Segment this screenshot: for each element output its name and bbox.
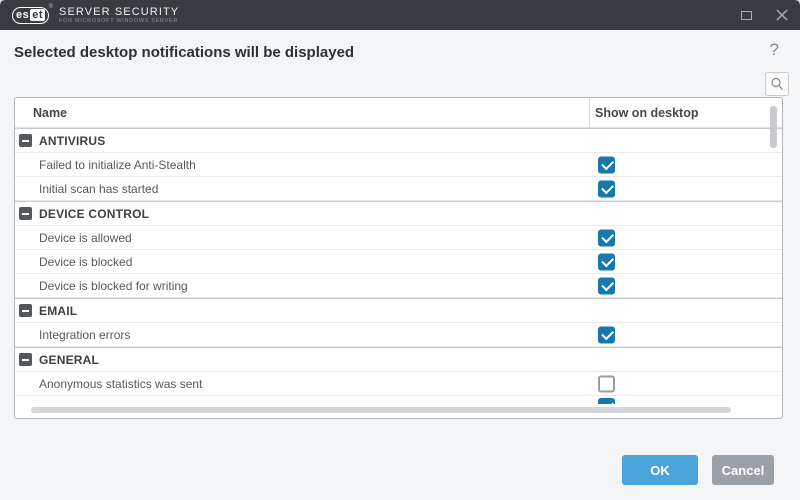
- maximize-button[interactable]: [728, 0, 764, 30]
- registered-trademark-icon: ®: [49, 4, 53, 10]
- table-header-row: Name Show on desktop: [15, 98, 782, 128]
- section-label: GENERAL: [39, 353, 99, 367]
- table-row: Anonymous statistics was sent: [15, 372, 782, 396]
- collapse-minus-icon[interactable]: [19, 207, 32, 220]
- notifications-table: Name Show on desktop ANTIVIRUS Failed to …: [14, 97, 783, 419]
- table-row: Device is allowed: [15, 226, 782, 250]
- show-on-desktop-checkbox[interactable]: [598, 180, 615, 197]
- section-label: EMAIL: [39, 304, 77, 318]
- section-label: DEVICE CONTROL: [39, 207, 149, 221]
- table-row: Failed to initialize Anti-Stealth: [15, 153, 782, 177]
- show-on-desktop-checkbox[interactable]: [598, 229, 615, 246]
- table-row: Initial scan has started: [15, 177, 782, 201]
- show-on-desktop-checkbox[interactable]: [598, 326, 615, 343]
- dialog-window: es et ® SERVER SECURITY FOR MICROSOFT WI…: [0, 0, 800, 500]
- collapse-minus-icon[interactable]: [19, 134, 32, 147]
- show-on-desktop-checkbox[interactable]: [598, 253, 615, 270]
- notification-name: Initial scan has started: [39, 182, 158, 196]
- notification-name: Anonymous statistics was sent: [39, 377, 202, 391]
- table-row: Device is blocked: [15, 250, 782, 274]
- notification-name: Failed to initialize Anti-Stealth: [39, 158, 196, 172]
- collapse-minus-icon[interactable]: [19, 353, 32, 366]
- eset-logo-text-et: et: [30, 9, 45, 21]
- notification-name: Device is allowed: [39, 231, 132, 245]
- eset-logo: es et ®: [12, 7, 49, 24]
- ok-button[interactable]: OK: [622, 455, 698, 485]
- table-section-row[interactable]: GENERAL: [15, 347, 782, 372]
- help-icon[interactable]: ?: [770, 40, 779, 60]
- page-title: Selected desktop notifications will be d…: [14, 44, 354, 61]
- notification-name: Device is blocked: [39, 255, 132, 269]
- eset-logo-text-es: es: [16, 9, 29, 21]
- horizontal-scrollbar-thumb[interactable]: [31, 407, 731, 413]
- search-button[interactable]: [765, 72, 789, 96]
- notification-name: Device is blocked for writing: [39, 279, 188, 293]
- table-row: Device is blocked for writing: [15, 274, 782, 298]
- vertical-scrollbar-thumb[interactable]: [770, 106, 777, 148]
- table-row-partial: [15, 396, 782, 404]
- section-label: ANTIVIRUS: [39, 134, 105, 148]
- search-icon: [769, 76, 785, 92]
- column-header-show-on-desktop[interactable]: Show on desktop: [595, 106, 698, 120]
- table-body: ANTIVIRUS Failed to initialize Anti-Steal…: [15, 128, 782, 404]
- table-section-row[interactable]: DEVICE CONTROL: [15, 201, 782, 226]
- maximize-icon: [741, 11, 752, 20]
- collapse-minus-icon[interactable]: [19, 304, 32, 317]
- cancel-button[interactable]: Cancel: [712, 455, 774, 485]
- product-subtitle: FOR MICROSOFT WINDOWS SERVER: [59, 18, 179, 25]
- table-section-row[interactable]: ANTIVIRUS: [15, 128, 782, 153]
- show-on-desktop-checkbox[interactable]: [598, 156, 615, 173]
- close-icon: [776, 9, 788, 21]
- close-button[interactable]: [764, 0, 800, 30]
- show-on-desktop-checkbox[interactable]: [598, 375, 615, 392]
- table-section-row[interactable]: EMAIL: [15, 298, 782, 323]
- column-header-name[interactable]: Name: [15, 106, 67, 120]
- product-name: SERVER SECURITY: [59, 6, 179, 18]
- notification-name: Integration errors: [39, 328, 130, 342]
- show-on-desktop-checkbox[interactable]: [598, 277, 615, 294]
- product-title-block: SERVER SECURITY FOR MICROSOFT WINDOWS SE…: [59, 6, 179, 25]
- table-row: Integration errors: [15, 323, 782, 347]
- show-on-desktop-checkbox[interactable]: [598, 398, 615, 404]
- title-bar: es et ® SERVER SECURITY FOR MICROSOFT WI…: [0, 0, 800, 30]
- column-divider: [589, 98, 590, 127]
